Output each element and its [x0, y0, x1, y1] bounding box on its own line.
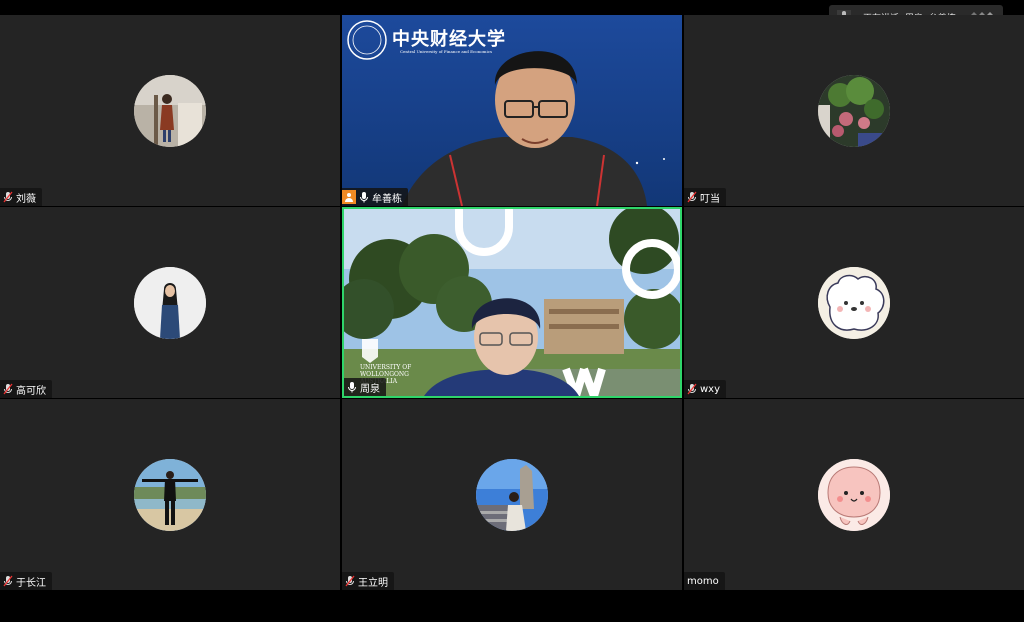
- avatar: [134, 458, 206, 531]
- participant-tile-moushandong[interactable]: 中央财经大学 Central University of Finance and…: [342, 15, 682, 206]
- participant-tile-liuwei[interactable]: 刘薇: [0, 15, 340, 206]
- participant-name: wxy: [700, 383, 721, 395]
- cufe-logo-subtitle: Central University of Finance and Econom…: [400, 49, 493, 54]
- participant-tile-zhouquan[interactable]: UNIVERSITY OF WOLLONGONG AUSTRALIA 周泉: [342, 207, 682, 398]
- participant-name: 王立明: [358, 577, 388, 589]
- participant-tile-yuchangjiang[interactable]: 于长江: [0, 399, 340, 590]
- participant-tile-wxy[interactable]: wxy: [684, 207, 1024, 398]
- participant-name: 周泉: [360, 383, 380, 395]
- participant-tile-wangliming[interactable]: 王立明: [342, 399, 682, 590]
- mic-muted-icon: [3, 383, 13, 395]
- host-badge-icon: [342, 190, 356, 204]
- participant-name: 牟善栋: [372, 193, 402, 205]
- avatar: [134, 74, 206, 147]
- mic-muted-icon: [687, 191, 697, 203]
- name-label: 高可欣: [0, 380, 52, 398]
- mic-icon: [360, 192, 368, 203]
- name-label: 刘薇: [0, 188, 42, 206]
- cufe-logo-text: 中央财经大学: [392, 29, 506, 50]
- name-label: wxy: [684, 380, 727, 398]
- name-label: momo: [684, 572, 725, 590]
- participant-name: momo: [687, 575, 719, 587]
- name-label: 叮当: [684, 188, 726, 206]
- participant-tile-dingdang[interactable]: 叮当: [684, 15, 1024, 206]
- participant-name: 叮当: [700, 193, 720, 205]
- avatar: [818, 266, 890, 339]
- mic-muted-icon: [687, 383, 697, 395]
- participant-name: 于长江: [16, 577, 46, 589]
- name-label: 牟善栋: [342, 188, 408, 206]
- avatar: [476, 458, 548, 531]
- avatar: [818, 74, 890, 147]
- participant-tile-momo[interactable]: momo: [684, 399, 1024, 590]
- participant-name: 刘薇: [16, 193, 36, 205]
- participant-tile-gaokexin[interactable]: 高可欣: [0, 207, 340, 398]
- name-label: 周泉: [344, 378, 386, 396]
- mic-muted-icon: [3, 575, 13, 587]
- mic-icon: [348, 382, 356, 393]
- avatar: [818, 458, 890, 531]
- bottom-bar: [0, 590, 1024, 622]
- mic-muted-icon: [3, 191, 13, 203]
- name-label: 王立明: [342, 572, 394, 590]
- name-label: 于长江: [0, 572, 52, 590]
- mic-muted-icon: [345, 575, 355, 587]
- participant-name: 高可欣: [16, 385, 46, 397]
- avatar: [134, 266, 206, 339]
